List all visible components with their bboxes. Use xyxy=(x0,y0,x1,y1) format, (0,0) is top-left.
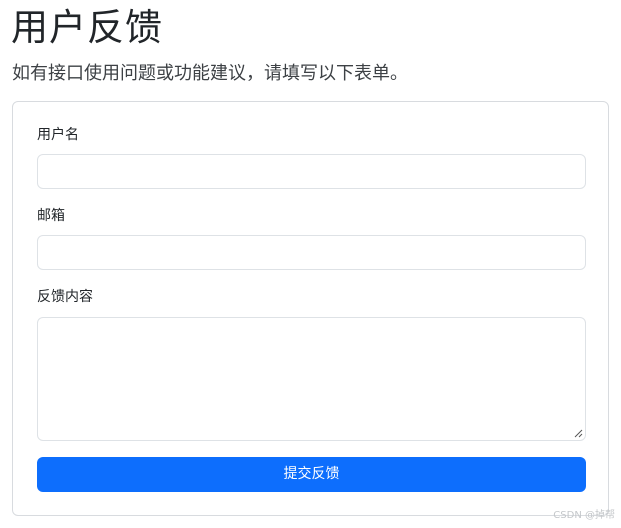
feedback-label: 反馈内容 xyxy=(37,289,93,305)
resize-grip-icon[interactable] xyxy=(574,429,583,438)
username-input[interactable] xyxy=(37,154,586,189)
username-label: 用户名 xyxy=(37,127,79,143)
email-input[interactable] xyxy=(37,235,586,270)
submit-feedback-button[interactable]: 提交反馈 xyxy=(37,457,586,492)
feedback-page: 用户反馈 如有接口使用问题或功能建议，请填写以下表单。 用户名 邮箱 反馈内容 … xyxy=(0,0,621,528)
page-subtitle: 如有接口使用问题或功能建议，请填写以下表单。 xyxy=(12,63,408,84)
feedback-form: 用户名 邮箱 反馈内容 提交反馈 xyxy=(12,101,609,516)
feedback-textarea[interactable] xyxy=(37,317,586,441)
watermark: CSDN @掉帮 xyxy=(553,510,615,521)
email-label: 邮箱 xyxy=(37,208,65,224)
page-title: 用户反馈 xyxy=(11,6,163,49)
